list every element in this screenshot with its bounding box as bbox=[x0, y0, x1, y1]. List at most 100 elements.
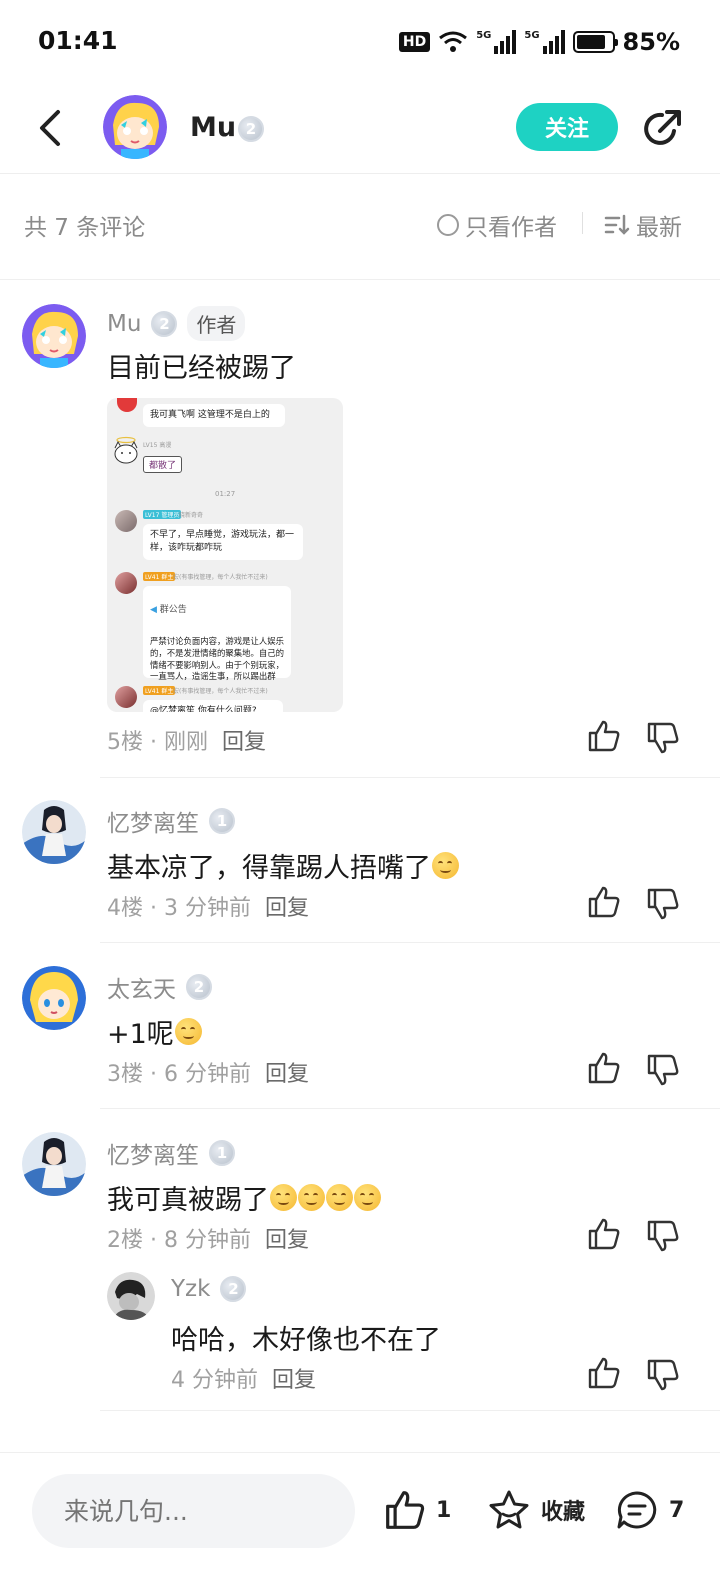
floor-time: 2楼 · 8 分钟前 bbox=[107, 1228, 251, 1253]
comment-text: +1呢 bbox=[107, 1012, 202, 1051]
signal-icon-2: 5G bbox=[524, 30, 565, 54]
comment-button[interactable]: 7 bbox=[615, 1489, 684, 1531]
share-icon[interactable] bbox=[640, 107, 684, 151]
reply-username[interactable]: Yzk 2 bbox=[171, 1276, 247, 1302]
comment-username[interactable]: 太玄天 2 bbox=[107, 970, 212, 1004]
thumbs-up-icon[interactable] bbox=[587, 1217, 621, 1251]
chat-username: 晓新奇奇 bbox=[179, 512, 204, 519]
divider bbox=[100, 942, 720, 943]
level-badge: 2 bbox=[220, 1276, 247, 1302]
thumbs-down-icon[interactable] bbox=[646, 721, 680, 755]
thumbs-up-icon[interactable] bbox=[587, 885, 621, 919]
comment-count: 共 7 条评论 bbox=[24, 215, 146, 241]
smile-emoji-icon bbox=[354, 1184, 381, 1211]
sort-label: 最新 bbox=[636, 215, 682, 241]
comment-text: 目前已经被踢了 bbox=[107, 353, 296, 384]
thumbs-up-icon bbox=[386, 1491, 425, 1529]
star-icon bbox=[489, 1490, 529, 1529]
divider bbox=[100, 1410, 720, 1411]
comment-username[interactable]: Mu 2 作者 bbox=[107, 306, 246, 341]
post-header: Mu 2 关注 bbox=[0, 86, 720, 174]
comment-meta: 2楼 · 8 分钟前 回复 bbox=[107, 1222, 309, 1254]
avatar[interactable] bbox=[22, 304, 86, 368]
author-name[interactable]: Mu bbox=[190, 112, 236, 143]
reply-text: 哈哈，木好像也不在了 bbox=[171, 1325, 441, 1356]
only-author-toggle[interactable]: 只看作者 bbox=[437, 208, 557, 242]
chat-level: LV41 群主 bbox=[143, 686, 176, 695]
back-arrow-icon[interactable] bbox=[30, 106, 74, 150]
reply-button[interactable]: 回复 bbox=[272, 1362, 316, 1394]
battery-icon bbox=[572, 31, 618, 53]
divider bbox=[582, 212, 583, 234]
chat-bubble: 不早了，早点睡觉，游戏玩法，都一样，该咋玩都咋玩 bbox=[143, 524, 303, 561]
sticker-label: 都散了 bbox=[143, 456, 183, 473]
sort-button[interactable]: 最新 bbox=[604, 208, 682, 242]
chat-username: 宏(有事找管理，每个人我忙不过来) bbox=[173, 688, 268, 695]
radio-icon bbox=[437, 214, 459, 236]
level-badge: 2 bbox=[151, 310, 178, 337]
smile-emoji-icon bbox=[432, 852, 459, 879]
comment-image[interactable]: 我可真飞啊 这管理不是白上的 LV15 高漫 都散了 01:27 LV17 管理… bbox=[107, 398, 343, 712]
chat-username: 宏(有事找管理，每个人我忙不过来) bbox=[173, 574, 268, 581]
smile-emoji-icon bbox=[298, 1184, 325, 1211]
thumbs-down-icon[interactable] bbox=[646, 1358, 680, 1392]
favorite-button[interactable]: 收藏 bbox=[487, 1489, 585, 1531]
floor-time: 4楼 · 3 分钟前 bbox=[107, 896, 251, 921]
thumbs-down-icon[interactable] bbox=[646, 1053, 680, 1087]
battery-percent: 85% bbox=[622, 28, 680, 56]
avatar[interactable] bbox=[22, 1132, 86, 1196]
chat-timestamp: 01:27 bbox=[215, 490, 236, 498]
sort-icon bbox=[604, 214, 630, 235]
smile-emoji-icon bbox=[326, 1184, 353, 1211]
chat-avatar bbox=[115, 686, 137, 708]
comment-meta: 5楼 · 刚刚 回复 bbox=[107, 724, 266, 756]
thumbs-down-icon[interactable] bbox=[646, 1219, 680, 1253]
smile-emoji-icon bbox=[270, 1184, 297, 1211]
follow-button[interactable]: 关注 bbox=[516, 103, 618, 151]
status-icons: HD 5G 5G 85% bbox=[398, 28, 680, 56]
reply-avatar[interactable] bbox=[107, 1272, 155, 1320]
comment-input[interactable] bbox=[32, 1474, 355, 1548]
divider bbox=[100, 777, 720, 778]
comment-username[interactable]: 忆梦离笙 1 bbox=[107, 804, 235, 838]
reply-button[interactable]: 回复 bbox=[265, 1222, 309, 1254]
avatar[interactable] bbox=[22, 800, 86, 864]
chat-avatar bbox=[115, 572, 137, 594]
group-notice: ◀ 群公告 严禁讨论负面内容，游戏是让人娱乐的，不是发泄情绪的聚集地。自己的情绪… bbox=[143, 586, 291, 681]
bottom-action-bar: 1 收藏 7 bbox=[0, 1452, 720, 1584]
avatar[interactable] bbox=[22, 966, 86, 1030]
chat-level: LV17 管理员 bbox=[143, 510, 182, 519]
divider bbox=[100, 1108, 720, 1109]
comment-username[interactable]: 忆梦离笙 1 bbox=[107, 1136, 235, 1170]
author-tag: 作者 bbox=[187, 306, 246, 341]
chat-level: LV41 群主 bbox=[143, 572, 176, 581]
chat-avatar bbox=[115, 510, 137, 532]
thumbs-up-icon[interactable] bbox=[587, 1051, 621, 1085]
thumbs-up-icon[interactable] bbox=[587, 719, 621, 753]
like-count: 1 bbox=[436, 1497, 452, 1523]
comment-text: 基本凉了，得靠踢人捂嘴了 bbox=[107, 846, 459, 885]
author-avatar[interactable] bbox=[103, 95, 167, 159]
notice-title-row: ◀ 群公告 bbox=[150, 605, 187, 616]
thumbs-up-icon[interactable] bbox=[587, 1356, 621, 1390]
only-author-label: 只看作者 bbox=[465, 215, 557, 241]
comment-text: 我可真被踢了 bbox=[107, 1178, 381, 1217]
level-badge: 1 bbox=[209, 1140, 235, 1166]
comment-meta: 4楼 · 3 分钟前 回复 bbox=[107, 890, 309, 922]
thumbs-down-icon[interactable] bbox=[646, 887, 680, 921]
megaphone-icon: ◀ bbox=[150, 605, 157, 616]
chat-bubble: 我可真飞啊 这管理不是白上的 bbox=[143, 404, 285, 428]
comments-header: 共 7 条评论 只看作者 最新 bbox=[0, 176, 720, 280]
chat-bubble: @忆梦离笙 你有什么问题? bbox=[143, 700, 283, 712]
reply-button[interactable]: 回复 bbox=[265, 1056, 309, 1088]
reply-button[interactable]: 回复 bbox=[222, 724, 266, 756]
app-badge-icon bbox=[117, 398, 137, 412]
like-button[interactable]: 1 bbox=[384, 1489, 451, 1531]
smile-emoji-icon bbox=[174, 1018, 202, 1045]
chat-level: LV15 高漫 bbox=[143, 442, 172, 449]
level-badge: 2 bbox=[186, 974, 212, 1000]
cat-sticker-icon bbox=[114, 436, 138, 464]
notice-body: 严禁讨论负面内容，游戏是让人娱乐的，不是发泄情绪的聚集地。自己的情绪不要影响别人… bbox=[150, 636, 284, 682]
reply-button[interactable]: 回复 bbox=[265, 890, 309, 922]
level-badge: 2 bbox=[238, 116, 264, 142]
